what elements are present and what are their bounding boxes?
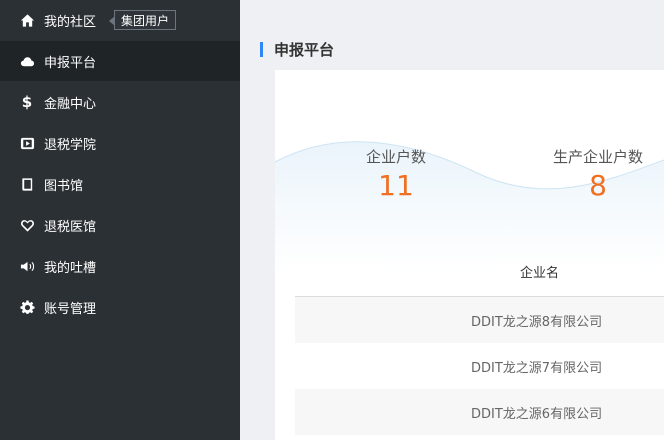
stats-panel: 企业户数 11 生产企业户数 8 企业名 DDIT龙之源8有限公司 DDIT龙之… — [275, 70, 664, 440]
stat-label: 企业户数 — [365, 148, 426, 166]
sidebar-item-label: 金融中心 — [44, 96, 97, 112]
sidebar-item-label: 账号管理 — [44, 301, 97, 317]
section-accent-bar — [260, 41, 263, 57]
sidebar-item-declaration-platform[interactable]: 申报平台 — [0, 41, 240, 81]
table-cell: DDIT龙之源7有限公司 — [471, 360, 603, 376]
user-type-tooltip: 集团用户 — [108, 10, 177, 30]
heart-icon — [19, 217, 35, 233]
table-row[interactable]: DDIT龙之源7有限公司 — [295, 343, 664, 389]
column-header-enterprise-name: 企业名 — [520, 265, 560, 281]
sidebar-item-label: 我的吐槽 — [44, 260, 97, 276]
stat-enterprise-count: 企业户数 11 — [355, 146, 437, 202]
book-icon — [19, 176, 35, 192]
sidebar: 我的社区 集团用户 申报平台 $ 金融中心 退税学院 图书馆 退税医馆 我的吐槽 — [0, 0, 240, 440]
sidebar-item-label: 申报平台 — [44, 55, 97, 71]
cloud-icon — [19, 53, 35, 69]
sidebar-item-label: 我的社区 — [44, 14, 97, 30]
stat-label: 生产企业户数 — [552, 148, 643, 166]
table-cell: DDIT龙之源6有限公司 — [471, 406, 603, 422]
sidebar-item-tax-clinic[interactable]: 退税医馆 — [0, 205, 240, 245]
section-title: 申报平台 — [274, 40, 335, 59]
megaphone-icon — [19, 258, 35, 274]
sidebar-item-label: 退税学院 — [44, 137, 97, 153]
sidebar-item-account-management[interactable]: 账号管理 — [0, 287, 240, 327]
sidebar-item-label: 图书馆 — [44, 178, 84, 194]
gear-icon — [19, 299, 35, 315]
stat-value: 11 — [378, 169, 414, 202]
dollar-icon: $ — [21, 93, 33, 111]
stat-value: 8 — [589, 169, 607, 202]
sidebar-item-finance-center[interactable]: $ 金融中心 — [0, 82, 240, 122]
sidebar-item-my-feedback[interactable]: 我的吐槽 — [0, 246, 240, 286]
sidebar-item-label: 退税医馆 — [44, 219, 97, 235]
section-header: 申报平台 — [260, 40, 335, 59]
table-row[interactable]: DDIT龙之源8有限公司 — [295, 297, 664, 343]
table-cell: DDIT龙之源8有限公司 — [471, 314, 603, 330]
sidebar-item-tax-academy[interactable]: 退税学院 — [0, 123, 240, 163]
sidebar-item-library[interactable]: 图书馆 — [0, 164, 240, 204]
main-content: 申报平台 企业户数 11 生产企业户数 8 企业名 DDIT龙之源8有限公司 D… — [240, 0, 664, 440]
enterprise-table: 企业名 DDIT龙之源8有限公司 DDIT龙之源7有限公司 DDIT龙之源6有限… — [295, 246, 664, 435]
play-box-icon — [19, 135, 35, 151]
table-row[interactable]: DDIT龙之源6有限公司 — [295, 389, 664, 435]
home-icon — [19, 12, 35, 28]
stat-production-enterprise-count: 生产企业户数 8 — [538, 146, 658, 202]
table-header: 企业名 — [295, 246, 664, 297]
